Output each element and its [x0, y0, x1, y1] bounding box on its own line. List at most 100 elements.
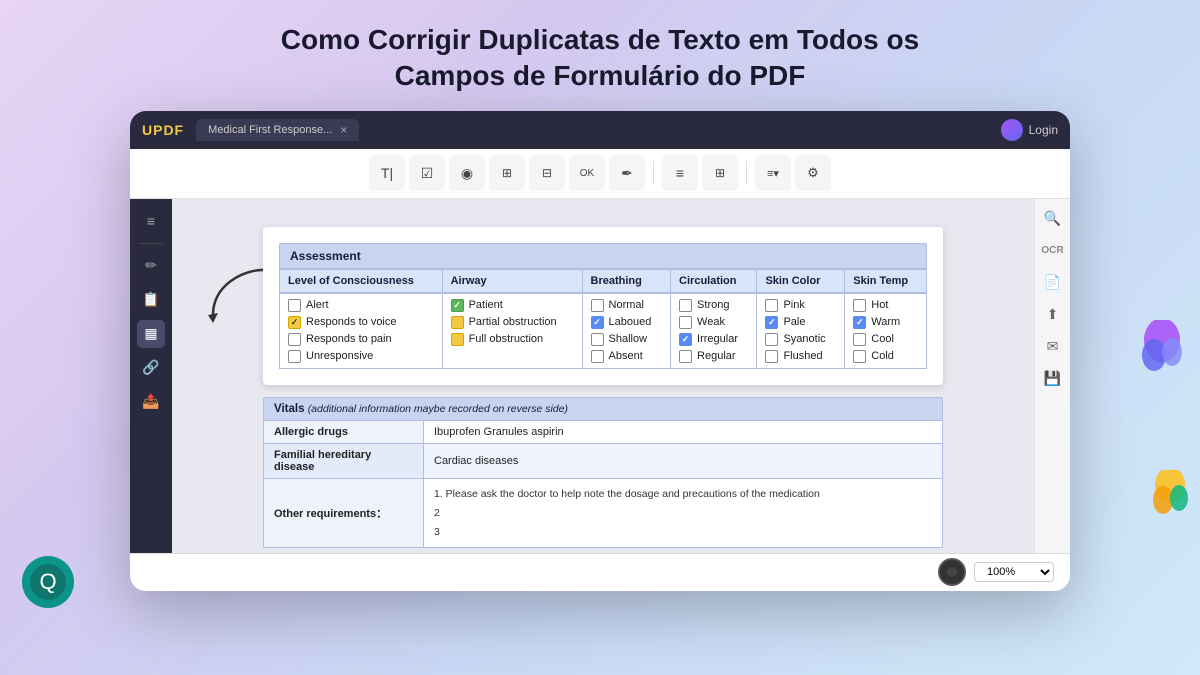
checkbox-hot[interactable] — [853, 299, 866, 312]
vitals-value-allergic[interactable]: Ibuprofen Granules aspirin — [424, 420, 943, 443]
document-tab[interactable]: Medical First Response... × — [196, 119, 359, 141]
checkbox-pink[interactable] — [765, 299, 778, 312]
checkbox-partial[interactable] — [451, 316, 464, 329]
upload-icon[interactable]: ⬆ — [1041, 303, 1065, 327]
sidebar-icon-forms[interactable]: ▦ — [137, 320, 165, 348]
radio-tool-button[interactable]: ◉ — [449, 155, 485, 191]
checkbox-cold[interactable] — [853, 350, 866, 363]
label-absent: Absent — [609, 350, 643, 362]
vitals-value-other[interactable]: 1. Please ask the doctor to help note th… — [424, 478, 943, 548]
check-responds-voice[interactable]: Responds to voice — [288, 314, 434, 331]
right-sidebar: 🔍 OCR 📄 ⬆ ✉ 💾 — [1034, 199, 1070, 553]
sidebar-divider — [139, 243, 163, 244]
toolbar-divider — [653, 161, 654, 185]
checkbox-cool[interactable] — [853, 333, 866, 346]
adjust-tool-button[interactable]: ⚙ — [795, 155, 831, 191]
other-req-content: 1. Please ask the doctor to help note th… — [434, 485, 932, 542]
check-weak[interactable]: Weak — [679, 314, 748, 331]
document-icon[interactable]: 📄 — [1041, 271, 1065, 295]
checkbox-irregular[interactable] — [679, 333, 692, 346]
checkbox-alert[interactable] — [288, 299, 301, 312]
label-syanotic: Syanotic — [783, 333, 825, 345]
checkbox-strong[interactable] — [679, 299, 692, 312]
check-irregular[interactable]: Irregular — [679, 331, 748, 348]
check-unresponsive[interactable]: Unresponsive — [288, 348, 434, 365]
check-pale[interactable]: Pale — [765, 314, 836, 331]
sidebar-icon-pages[interactable]: 📋 — [137, 286, 165, 314]
check-cool[interactable]: Cool — [853, 331, 918, 348]
vitals-value-hereditary[interactable]: Cardiac diseases — [424, 443, 943, 478]
vitals-label-hereditary: Familial hereditary disease — [264, 443, 424, 478]
label-hot: Hot — [871, 299, 888, 311]
check-warm[interactable]: Warm — [853, 314, 918, 331]
check-alert[interactable]: Alert — [288, 297, 434, 314]
checkbox-unresponsive[interactable] — [288, 350, 301, 363]
checkbox-tool-button[interactable]: ☑ — [409, 155, 445, 191]
content-area: ≡ ✏ 📋 ▦ 🔗 📤 Assessment — [130, 199, 1070, 553]
sign-tool-button[interactable]: ✒ — [609, 155, 645, 191]
form-tool-button[interactable]: ⊞ — [489, 155, 525, 191]
check-flushed[interactable]: Flushed — [765, 348, 836, 365]
cell-skincolor: Pink Pale Syanotic — [757, 293, 845, 369]
checkbox-shallow[interactable] — [591, 333, 604, 346]
check-syanotic[interactable]: Syanotic — [765, 331, 836, 348]
col-header-breathing: Breathing — [582, 269, 671, 293]
label-laboued: Laboued — [609, 316, 652, 328]
cell-breathing: Normal Laboued Shallow — [582, 293, 671, 369]
checkbox-warm[interactable] — [853, 316, 866, 329]
sidebar-icon-links[interactable]: 🔗 — [137, 354, 165, 382]
check-cold[interactable]: Cold — [853, 348, 918, 365]
col-header-circulation: Circulation — [671, 269, 757, 293]
checkbox-pale[interactable] — [765, 316, 778, 329]
text-tool-button[interactable]: T| — [369, 155, 405, 191]
vitals-row-hereditary: Familial hereditary disease Cardiac dise… — [264, 443, 943, 478]
check-responds-pain[interactable]: Responds to pain — [288, 331, 434, 348]
tab-close-icon[interactable]: × — [340, 123, 347, 137]
col-header-airway: Airway — [442, 269, 582, 293]
ocr-icon[interactable]: OCR — [1041, 239, 1065, 263]
checkbox-flushed[interactable] — [765, 350, 778, 363]
left-sidebar: ≡ ✏ 📋 ▦ 🔗 📤 — [130, 199, 172, 553]
checkbox-responds-voice[interactable] — [288, 316, 301, 329]
checkbox-responds-pain[interactable] — [288, 333, 301, 346]
check-regular[interactable]: Regular — [679, 348, 748, 365]
grid-tool-button[interactable]: ⊞ — [702, 155, 738, 191]
document-area[interactable]: Assessment Level of Consciousness Airway… — [172, 199, 1034, 553]
login-button[interactable]: Login — [1001, 119, 1058, 141]
checkbox-normal[interactable] — [591, 299, 604, 312]
pages-tool-button[interactable]: ≡ — [662, 155, 698, 191]
checkbox-regular[interactable] — [679, 350, 692, 363]
email-icon[interactable]: ✉ — [1041, 335, 1065, 359]
align-tool-button[interactable]: ≡▾ — [755, 155, 791, 191]
check-laboued[interactable]: Laboued — [591, 314, 663, 331]
vitals-row-other: Other requirements： 1. Please ask the do… — [264, 478, 943, 548]
check-hot[interactable]: Hot — [853, 297, 918, 314]
check-normal[interactable]: Normal — [591, 297, 663, 314]
list-tool-button[interactable]: ⊟ — [529, 155, 565, 191]
label-cool: Cool — [871, 333, 894, 345]
check-full-obstruction[interactable]: Full obstruction — [451, 331, 574, 348]
zoom-select[interactable]: 75% 100% 125% 150% — [974, 562, 1054, 582]
check-patient[interactable]: Patient — [451, 297, 574, 314]
check-shallow[interactable]: Shallow — [591, 331, 663, 348]
check-partial-obstruction[interactable]: Partial obstruction — [451, 314, 574, 331]
checkbox-syanotic[interactable] — [765, 333, 778, 346]
check-pink[interactable]: Pink — [765, 297, 836, 314]
cell-skintemp: Hot Warm Cool — [845, 293, 927, 369]
search-icon[interactable]: 🔍 — [1041, 207, 1065, 231]
save-icon[interactable]: 💾 — [1041, 367, 1065, 391]
sidebar-icon-export[interactable]: 📤 — [137, 388, 165, 416]
ok-tool-button[interactable]: OK — [569, 155, 605, 191]
checkbox-patient[interactable] — [451, 299, 464, 312]
checkbox-absent[interactable] — [591, 350, 604, 363]
check-absent[interactable]: Absent — [591, 348, 663, 365]
checkbox-weak[interactable] — [679, 316, 692, 329]
record-button[interactable] — [938, 558, 966, 586]
checkbox-full[interactable] — [451, 333, 464, 346]
label-flushed: Flushed — [783, 350, 822, 362]
vitals-label-allergic: Allergic drugs — [264, 420, 424, 443]
check-strong[interactable]: Strong — [679, 297, 748, 314]
sidebar-icon-menu[interactable]: ≡ — [137, 207, 165, 235]
sidebar-icon-edit[interactable]: ✏ — [137, 252, 165, 280]
checkbox-laboued[interactable] — [591, 316, 604, 329]
